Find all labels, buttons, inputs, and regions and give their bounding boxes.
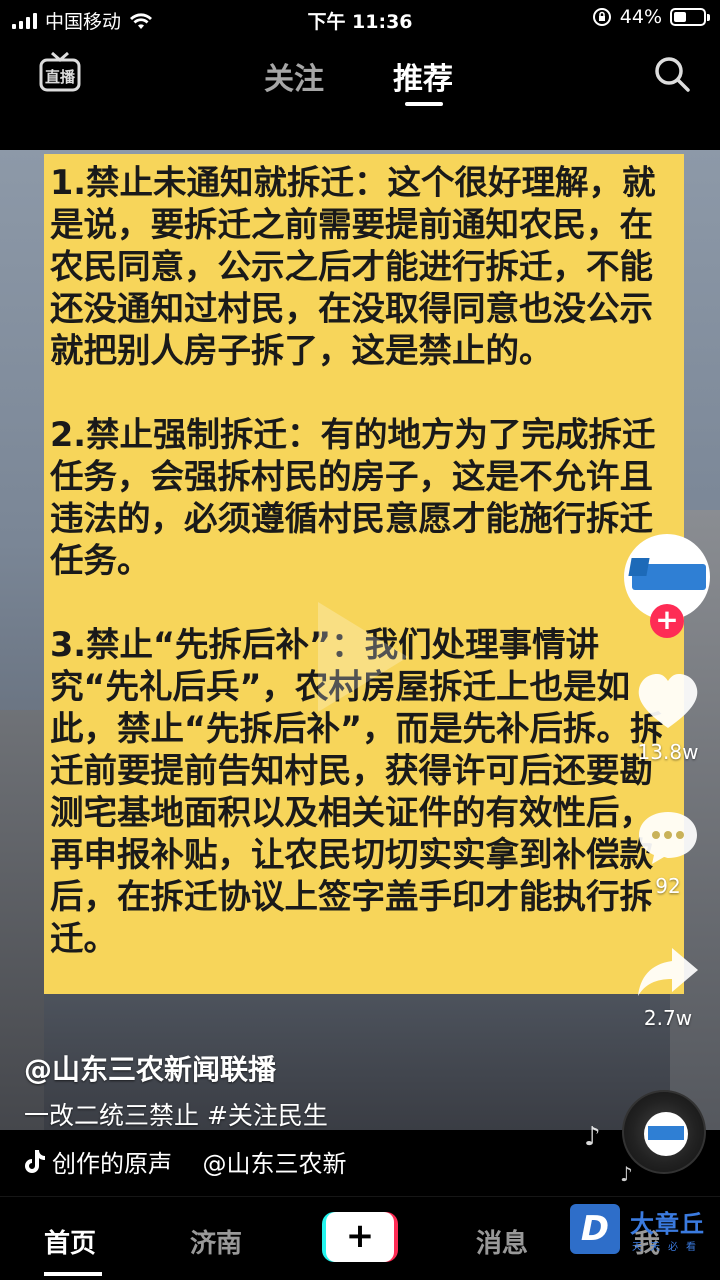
watermark-subtitle: 天天必看 (632, 1242, 704, 1253)
nav-messages[interactable]: 消息 (476, 1223, 528, 1260)
share-icon (638, 948, 698, 996)
top-nav: 直播 关注 推荐 (0, 40, 720, 110)
live-button[interactable]: 直播 (38, 50, 82, 94)
like-button[interactable]: 13.8w (626, 672, 710, 764)
share-button[interactable]: 2.7w (626, 944, 710, 1030)
battery-icon (670, 8, 710, 26)
create-plus-icon: + (326, 1212, 394, 1262)
comment-button[interactable]: 92 (626, 808, 710, 898)
watermark-title: 大章丘 (630, 1210, 705, 1238)
music-disc[interactable] (622, 1090, 706, 1174)
tab-recommend[interactable]: 推荐 (393, 54, 453, 98)
music-note-small-icon: ♪ (620, 1162, 633, 1186)
status-right: 44% (592, 6, 710, 28)
battery-percent: 44% (619, 6, 662, 28)
heart-icon (638, 674, 698, 728)
active-tab-indicator (405, 102, 443, 106)
nav-city[interactable]: 济南 (190, 1223, 242, 1260)
music-disc-cover (644, 1112, 688, 1156)
battery-fill (674, 12, 687, 22)
music-row[interactable]: 创作的原声 @山东三农新 (0, 1130, 720, 1194)
play-icon (318, 602, 408, 712)
avatar-logo-mark (628, 558, 650, 576)
video-description[interactable]: 一改二统三禁止 #关注民生 (24, 1096, 328, 1132)
tab-follow[interactable]: 关注 (264, 54, 324, 98)
music-note-icon: ♪ (584, 1122, 601, 1152)
follow-button[interactable]: + (650, 604, 684, 638)
share-count: 2.7w (643, 1006, 693, 1030)
video-player[interactable]: 1.禁止未通知就拆迁：这个很好理解，就是说，要拆迁之前需要提前通知农民，在农民同… (0, 150, 720, 1130)
live-label: 直播 (45, 68, 76, 86)
create-button[interactable]: + (322, 1212, 398, 1262)
watermark-logo: D (570, 1204, 620, 1254)
like-count: 13.8w (637, 740, 699, 764)
nav-home[interactable]: 首页 (44, 1223, 96, 1260)
watermark: D 大章丘 天天必看 (570, 1204, 716, 1260)
music-title: 创作的原声 @山东三农新 (52, 1150, 347, 1178)
author-name[interactable]: @山东三农新闻联播 (24, 1048, 276, 1088)
tiktok-note-icon (25, 1150, 45, 1173)
comment-icon (639, 812, 697, 864)
status-bar: 中国移动 下午 11:36 44% (0, 0, 720, 36)
comment-count: 92 (655, 874, 681, 898)
rotation-lock-icon (592, 8, 611, 26)
note-paragraph-2: 2.禁止强制拆迁：有的地方为了完成拆迁任务，会强拆村民的房子，这是不允许且违法的… (50, 415, 656, 580)
note-text: 1.禁止未通知就拆迁：这个很好理解，就是说，要拆迁之前需要提前通知农民，在农民同… (50, 162, 680, 1002)
search-icon[interactable] (652, 54, 692, 94)
note-paragraph-1: 1.禁止未通知就拆迁：这个很好理解，就是说，要拆迁之前需要提前通知农民，在农民同… (50, 163, 656, 370)
nav-home-indicator (44, 1272, 102, 1276)
